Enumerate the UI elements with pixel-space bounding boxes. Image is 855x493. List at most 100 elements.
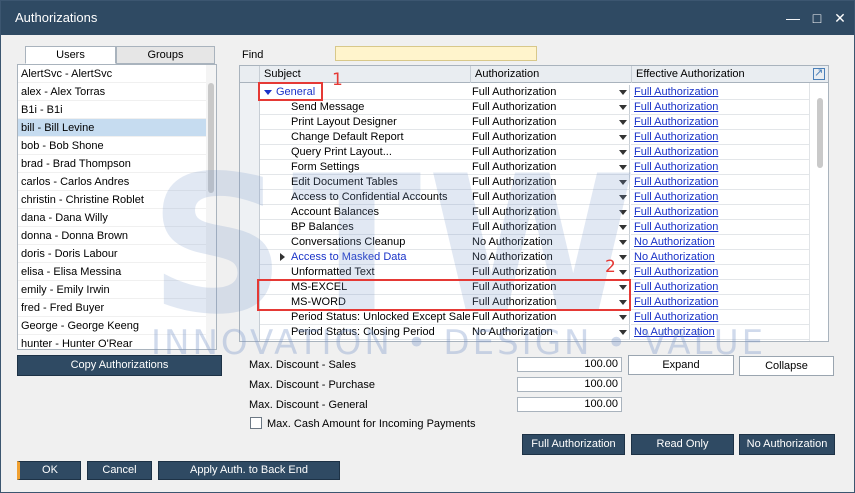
grid-subject-cell[interactable]: General — [260, 85, 470, 100]
dropdown-arrow-icon[interactable] — [619, 210, 627, 215]
expand-button[interactable]: Expand — [628, 355, 734, 375]
dropdown-arrow-icon[interactable] — [619, 300, 627, 305]
grid-authorization-dropdown[interactable]: Full Authorization — [470, 115, 630, 130]
dropdown-arrow-icon[interactable] — [619, 195, 627, 200]
grid-subject-cell[interactable]: Edit Document Tables — [260, 175, 470, 190]
grid-subject-cell[interactable]: MS-WORD — [260, 295, 470, 310]
grid-row[interactable]: BP Balances Full Authorization Full Author… — [260, 220, 811, 235]
no-authorization-button[interactable]: No Authorization — [739, 434, 835, 455]
minimize-icon[interactable]: — — [782, 7, 804, 29]
grid-subject-cell[interactable]: Period Status: Unlocked Except Sales — [260, 310, 476, 325]
expand-arrow-icon[interactable] — [280, 253, 285, 262]
tab-groups[interactable]: Groups — [116, 46, 215, 64]
effective-authorization-link[interactable]: Full Authorization — [634, 221, 718, 233]
grid-scroll-thumb[interactable] — [817, 98, 823, 168]
effective-authorization-link[interactable]: No Authorization — [634, 251, 715, 263]
ok-button[interactable]: OK — [17, 461, 81, 480]
effective-authorization-header[interactable]: Effective Authorization — [632, 66, 812, 83]
grid-subject-cell[interactable]: Account Balances — [260, 205, 470, 220]
subject-header[interactable]: Subject — [260, 66, 471, 83]
dropdown-arrow-icon[interactable] — [619, 330, 627, 335]
effective-authorization-link[interactable]: Full Authorization — [634, 191, 718, 203]
effective-authorization-link[interactable]: No Authorization — [634, 236, 715, 248]
grid-subject-cell[interactable]: Print Layout Designer — [260, 115, 470, 130]
collapse-arrow-icon[interactable] — [264, 89, 272, 95]
dropdown-arrow-icon[interactable] — [619, 120, 627, 125]
user-list-item[interactable]: donna - Donna Brown — [18, 227, 216, 245]
grid-authorization-dropdown[interactable]: Full Authorization — [470, 100, 630, 115]
copy-authorizations-button[interactable]: Copy Authorizations — [17, 355, 222, 376]
dropdown-arrow-icon[interactable] — [619, 150, 627, 155]
apply-auth-back-end-button[interactable]: Apply Auth. to Back End — [158, 461, 340, 480]
user-list-item[interactable]: fred - Fred Buyer — [18, 299, 216, 317]
cancel-button[interactable]: Cancel — [87, 461, 152, 480]
grid-row[interactable]: Period Status: Unlocked Except Sales Full… — [260, 310, 811, 325]
max-discount-purchase-field[interactable]: 100.00 — [517, 377, 622, 392]
user-list-item[interactable]: bob - Bob Shone — [18, 137, 216, 155]
user-list-scroll-thumb[interactable] — [208, 83, 214, 193]
grid-row[interactable]: Query Print Layout... Full Authorization F… — [260, 145, 811, 160]
dropdown-arrow-icon[interactable] — [619, 105, 627, 110]
effective-authorization-link[interactable]: Full Authorization — [634, 266, 718, 278]
grid-authorization-dropdown[interactable]: Full Authorization — [470, 205, 630, 220]
effective-authorization-link[interactable]: Full Authorization — [634, 146, 718, 158]
grid-subject-cell[interactable]: Send Message — [260, 100, 470, 115]
effective-authorization-link[interactable]: Full Authorization — [634, 296, 718, 308]
dropdown-arrow-icon[interactable] — [619, 315, 627, 320]
grid-authorization-dropdown[interactable]: No Authorization — [470, 235, 630, 250]
grid-row[interactable]: Edit Document Tables Full Authorization Fu… — [260, 175, 811, 190]
tab-users[interactable]: Users — [25, 46, 116, 64]
grid-subject-cell[interactable]: Access to Confidential Accounts — [260, 190, 470, 205]
grid-authorization-dropdown[interactable]: Full Authorization — [470, 175, 630, 190]
grid-authorization-dropdown[interactable]: Full Authorization — [470, 220, 630, 235]
user-list-scrollbar[interactable] — [206, 65, 216, 349]
effective-authorization-link[interactable]: Full Authorization — [634, 176, 718, 188]
grid-row[interactable]: Period Status: Closing Period No Authoriz… — [260, 325, 811, 340]
grid-authorization-dropdown[interactable]: Full Authorization — [470, 145, 630, 160]
dropdown-arrow-icon[interactable] — [619, 165, 627, 170]
effective-authorization-link[interactable]: Full Authorization — [634, 281, 718, 293]
grid-row[interactable]: Change Default Report Full Authorization F… — [260, 130, 811, 145]
grid-subject-cell[interactable]: Change Default Report — [260, 130, 470, 145]
dropdown-arrow-icon[interactable] — [619, 285, 627, 290]
user-list-item[interactable]: christin - Christine Roblet — [18, 191, 216, 209]
user-list-item[interactable]: bill - Bill Levine — [18, 119, 216, 137]
user-list[interactable]: AlertSvc - AlertSvc alex - Alex Torras B1i… — [17, 64, 217, 350]
grid-authorization-dropdown[interactable]: Full Authorization — [470, 295, 630, 310]
dropdown-arrow-icon[interactable] — [619, 225, 627, 230]
user-list-item[interactable]: elisa - Elisa Messina — [18, 263, 216, 281]
grid-row[interactable]: Send Message Full Authorization Full Autho… — [260, 100, 811, 115]
read-only-button[interactable]: Read Only — [631, 434, 734, 455]
user-list-item[interactable]: hunter - Hunter O'Rear — [18, 335, 216, 349]
dropdown-arrow-icon[interactable] — [619, 90, 627, 95]
effective-authorization-link[interactable]: Full Authorization — [634, 101, 718, 113]
user-list-item[interactable]: emily - Emily Irwin — [18, 281, 216, 299]
effective-authorization-link[interactable]: Full Authorization — [634, 206, 718, 218]
grid-authorization-dropdown[interactable]: Full Authorization — [470, 190, 630, 205]
user-list-item[interactable]: carlos - Carlos Andres — [18, 173, 216, 191]
grid-subject-cell[interactable]: Unformatted Text — [260, 265, 470, 280]
dropdown-arrow-icon[interactable] — [619, 180, 627, 185]
grid-subject-cell[interactable]: Query Print Layout... — [260, 145, 470, 160]
grid-subject-cell[interactable]: MS-EXCEL — [260, 280, 470, 295]
user-list-item[interactable]: brad - Brad Thompson — [18, 155, 216, 173]
effective-authorization-link[interactable]: Full Authorization — [634, 131, 718, 143]
effective-authorization-link[interactable]: No Authorization — [634, 326, 715, 338]
user-list-item[interactable]: dana - Dana Willy — [18, 209, 216, 227]
find-input[interactable] — [335, 46, 537, 61]
grid-row[interactable]: Form Settings Full Authorization Full Auth… — [260, 160, 811, 175]
grid-row[interactable]: Print Layout Designer Full Authorization F… — [260, 115, 811, 130]
close-icon[interactable]: ✕ — [829, 7, 851, 29]
dropdown-arrow-icon[interactable] — [619, 255, 627, 260]
grid-authorization-dropdown[interactable]: Full Authorization — [470, 280, 630, 295]
authorization-header[interactable]: Authorization — [471, 66, 632, 83]
grid-authorization-dropdown[interactable]: No Authorization — [470, 325, 630, 340]
grid-row[interactable]: MS-WORD Full Authorization Full Authorizat… — [260, 295, 811, 310]
user-list-item[interactable]: George - George Keeng — [18, 317, 216, 335]
grid-scrollbar[interactable] — [809, 83, 828, 341]
grid-authorization-dropdown[interactable]: Full Authorization — [470, 130, 630, 145]
effective-authorization-link[interactable]: Full Authorization — [634, 161, 718, 173]
dropdown-arrow-icon[interactable] — [619, 270, 627, 275]
grid-row[interactable]: MS-EXCEL Full Authorization Full Authoriza… — [260, 280, 811, 295]
grid-subject-cell[interactable]: BP Balances — [260, 220, 470, 235]
